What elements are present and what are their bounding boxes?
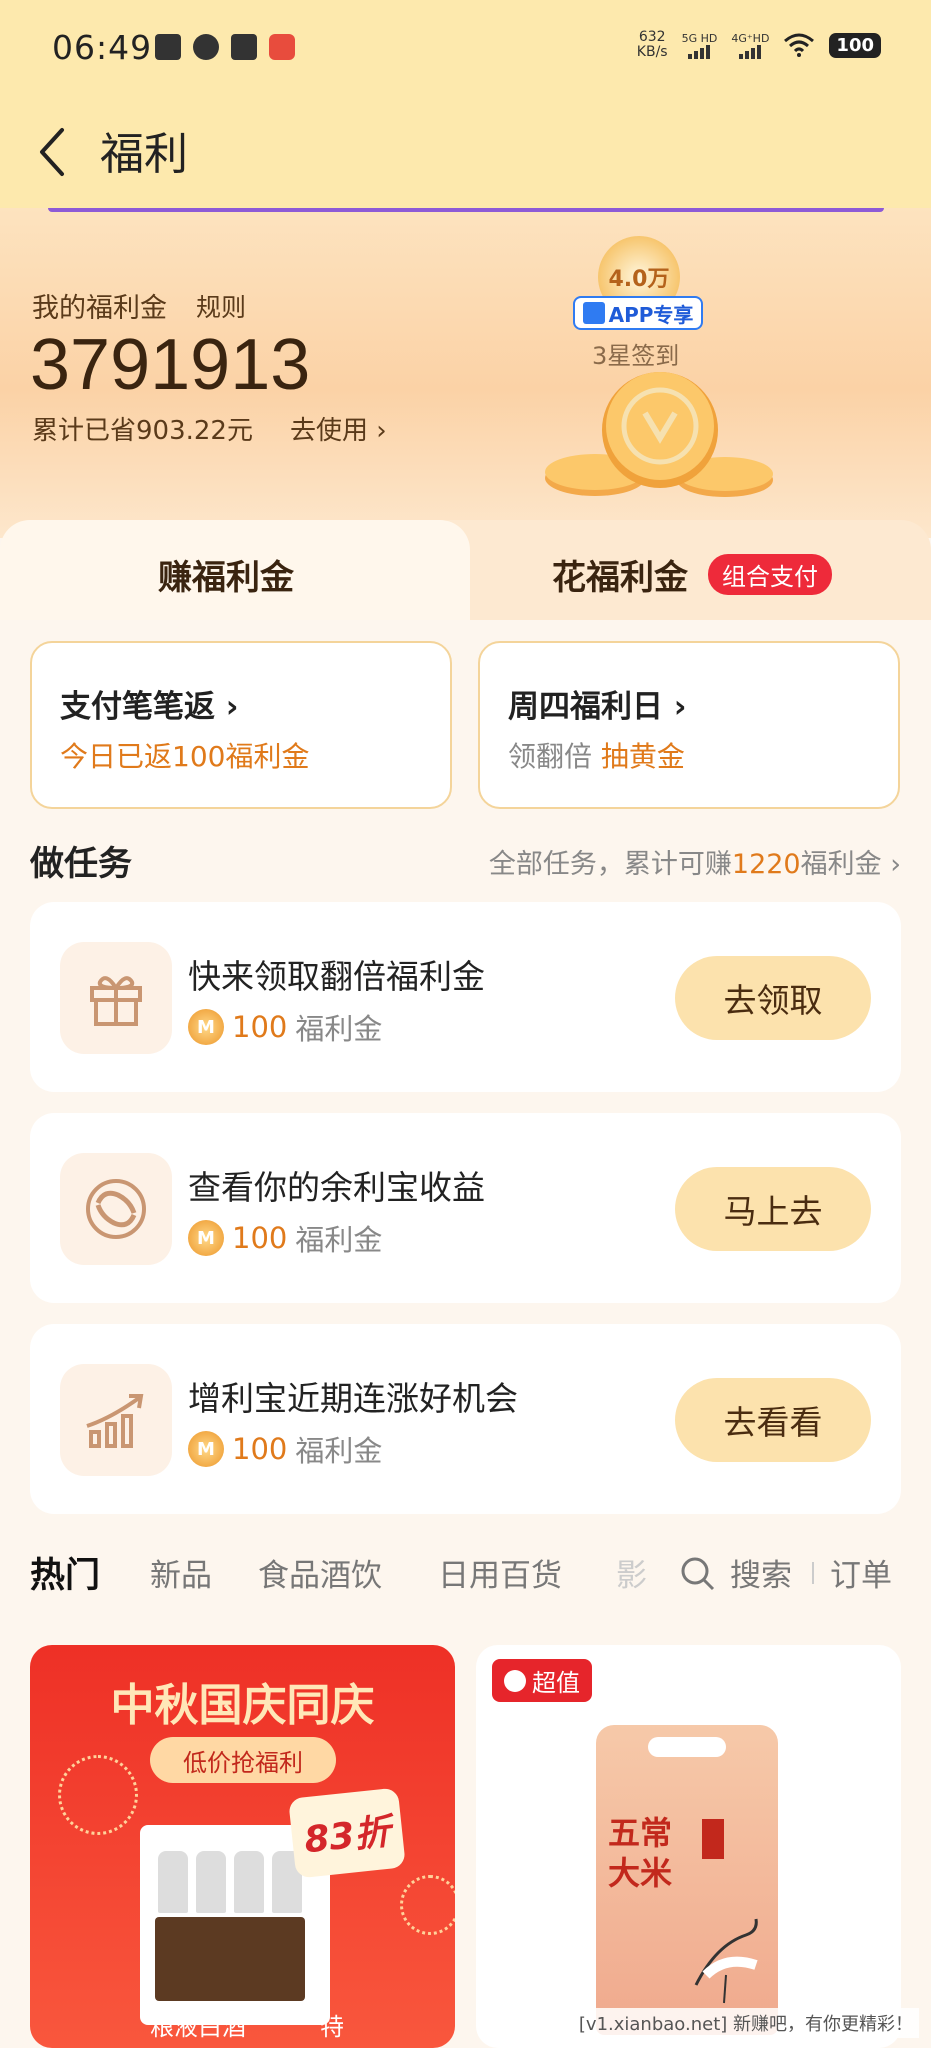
task-card: 增利宝近期连涨好机会 M 100 福利金 去看看 bbox=[30, 1324, 901, 1514]
tab-earn[interactable]: 赚福利金 bbox=[158, 550, 294, 599]
task-reward: M 100 福利金 bbox=[188, 1217, 382, 1259]
status-right: 632 KB/s 5G HD 4G⁺HD 100 bbox=[637, 30, 881, 60]
divider bbox=[812, 1562, 814, 1584]
promo-thursday-day[interactable]: 周四福利日 › 领翻倍 抽黄金 bbox=[478, 641, 900, 809]
battery-indicator: 100 bbox=[829, 32, 881, 58]
rice-bag-image: 五常大米 bbox=[596, 1725, 778, 2035]
tab-spend[interactable]: 花福利金 bbox=[552, 550, 688, 599]
task-card: 快来领取翻倍福利金 M 100 福利金 去领取 bbox=[30, 902, 901, 1092]
clipboard-icon bbox=[155, 34, 181, 60]
page-title: 福利 bbox=[100, 129, 188, 180]
category-bar: 热门 新品 食品酒饮 日用百货 影 搜索 订单 bbox=[0, 1520, 931, 1630]
value-tag: 超值 bbox=[492, 1659, 592, 1702]
category-daily-goods[interactable]: 日用百货 bbox=[438, 1550, 562, 1595]
crane-icon bbox=[694, 1918, 758, 2004]
task-claim-button[interactable]: 去领取 bbox=[675, 956, 871, 1040]
orders-link[interactable]: 订单 bbox=[830, 1550, 892, 1595]
rice-label: 五常大米 bbox=[608, 1814, 673, 1892]
status-bar: 06:49 632 KB/s 5G HD 4G⁺HD 100 bbox=[0, 0, 931, 100]
app-exclusive-tag: APP专享 bbox=[573, 296, 703, 330]
tasks-section-title: 做任务 bbox=[30, 844, 132, 884]
app-notification-icon bbox=[269, 34, 295, 60]
task-title: 查看你的余利宝收益 bbox=[188, 1168, 485, 1207]
task-go-button[interactable]: 马上去 bbox=[675, 1167, 871, 1251]
search-link[interactable]: 搜索 bbox=[730, 1550, 792, 1595]
tag-icon bbox=[504, 1669, 526, 1692]
category-more[interactable]: 影 bbox=[616, 1550, 647, 1595]
calendar-icon bbox=[231, 34, 257, 60]
hero-divider bbox=[48, 208, 884, 212]
signal-5g-icon: 5G HD bbox=[682, 32, 717, 59]
category-new[interactable]: 新品 bbox=[150, 1550, 212, 1595]
saved-total: 累计已省903.22元 bbox=[32, 416, 253, 446]
coin-icon: M bbox=[188, 1009, 224, 1045]
category-food-drinks[interactable]: 食品酒饮 bbox=[258, 1550, 382, 1595]
status-time: 06:49 bbox=[52, 28, 153, 67]
bag-handle bbox=[648, 1737, 726, 1757]
coin-icon: M bbox=[188, 1220, 224, 1256]
banner-title: 中秋国庆同庆 bbox=[110, 1680, 375, 1731]
task-view-button[interactable]: 去看看 bbox=[675, 1378, 871, 1462]
net-speed: 632 KB/s bbox=[636, 29, 668, 60]
signal-4g-icon: 4G⁺HD bbox=[731, 32, 769, 59]
gift-box-icon bbox=[155, 1917, 305, 2001]
product-card-baijiu[interactable]: 中秋国庆同庆 低价抢福利 83折 粮液白酒 特 bbox=[30, 1645, 455, 2048]
app-header: 福利 bbox=[0, 100, 931, 208]
wallet-label: 我的福利金 bbox=[32, 293, 167, 324]
watermark: [v1.xianbao.net] 新赚吧，有你更精彩！ bbox=[572, 2008, 919, 2038]
task-card: 查看你的余利宝收益 M 100 福利金 马上去 bbox=[30, 1113, 901, 1303]
wechat-icon bbox=[193, 34, 219, 60]
coins-pile-icon bbox=[545, 372, 773, 497]
firework-icon bbox=[400, 1875, 455, 1935]
wallet-amount: 3791913 bbox=[30, 325, 311, 405]
go-use-link[interactable]: 去使用 › bbox=[290, 410, 387, 447]
wallet-tabs: 赚福利金 花福利金 组合支付 bbox=[0, 520, 931, 620]
category-hot[interactable]: 热门 bbox=[30, 1547, 100, 1598]
banner-subtitle: 低价抢福利 bbox=[150, 1737, 336, 1783]
task-title: 增利宝近期连涨好机会 bbox=[188, 1379, 518, 1418]
all-tasks-link[interactable]: 全部任务，累计可赚1220福利金 › bbox=[489, 842, 901, 881]
product-name: 粮液白酒 bbox=[150, 2013, 246, 2041]
combo-pay-badge: 组合支付 bbox=[708, 554, 832, 595]
growth-chart-icon bbox=[86, 1394, 144, 1448]
task-reward: M 100 福利金 bbox=[188, 1428, 382, 1470]
discount-badge: 83折 bbox=[288, 1787, 406, 1879]
product-name-2: 特 bbox=[320, 2013, 344, 2041]
gift-icon bbox=[90, 976, 142, 1026]
coin-icon: M bbox=[188, 1431, 224, 1467]
bottles-icon bbox=[158, 1851, 302, 1913]
product-card-rice[interactable]: 超值 五常大米 bbox=[476, 1645, 901, 2048]
task-reward: M 100 福利金 bbox=[188, 1006, 382, 1048]
m-logo-icon bbox=[582, 302, 605, 324]
notification-icons bbox=[155, 34, 295, 60]
firework-icon bbox=[58, 1755, 138, 1835]
task-title: 快来领取翻倍福利金 bbox=[188, 957, 485, 996]
checkin-label[interactable]: 3星签到 bbox=[592, 336, 679, 371]
yulibao-icon bbox=[86, 1179, 146, 1239]
wifi-icon bbox=[784, 33, 815, 57]
back-arrow-icon[interactable] bbox=[34, 124, 70, 180]
promo-pay-rebate[interactable]: 支付笔笔返 › 今日已返100福利金 bbox=[30, 641, 452, 809]
stamp-icon bbox=[702, 1819, 724, 1859]
wallet-hero: 我的福利金 规则 3791913 累计已省903.22元 去使用 › 4.0万 … bbox=[0, 208, 931, 538]
rules-link[interactable]: 规则 bbox=[196, 288, 246, 324]
search-icon[interactable] bbox=[678, 1554, 718, 1594]
